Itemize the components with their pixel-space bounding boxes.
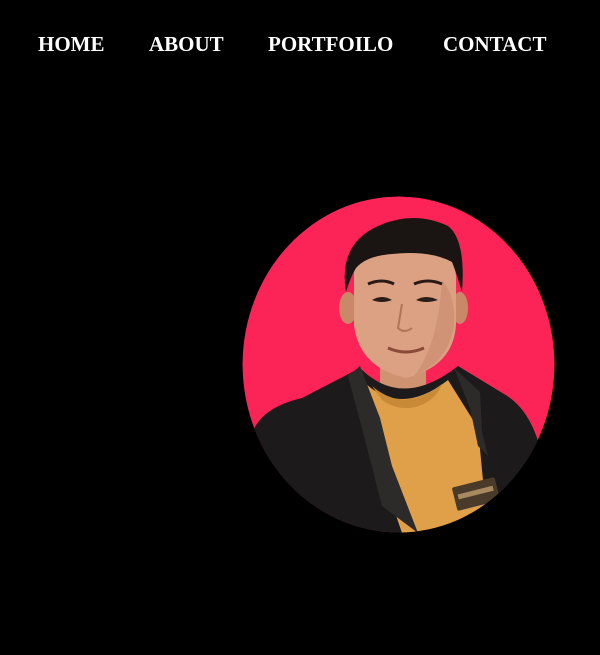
nav-about-link[interactable]: ABOUT [149,31,224,57]
profile-photo [242,196,555,533]
nav-home-link[interactable]: HOME [38,31,105,57]
main-nav: HOME ABOUT PORTFOILO CONTACT [0,0,600,90]
nav-contact-link[interactable]: CONTACT [443,31,546,57]
nav-portfolio-link[interactable]: PORTFOILO [268,31,393,57]
